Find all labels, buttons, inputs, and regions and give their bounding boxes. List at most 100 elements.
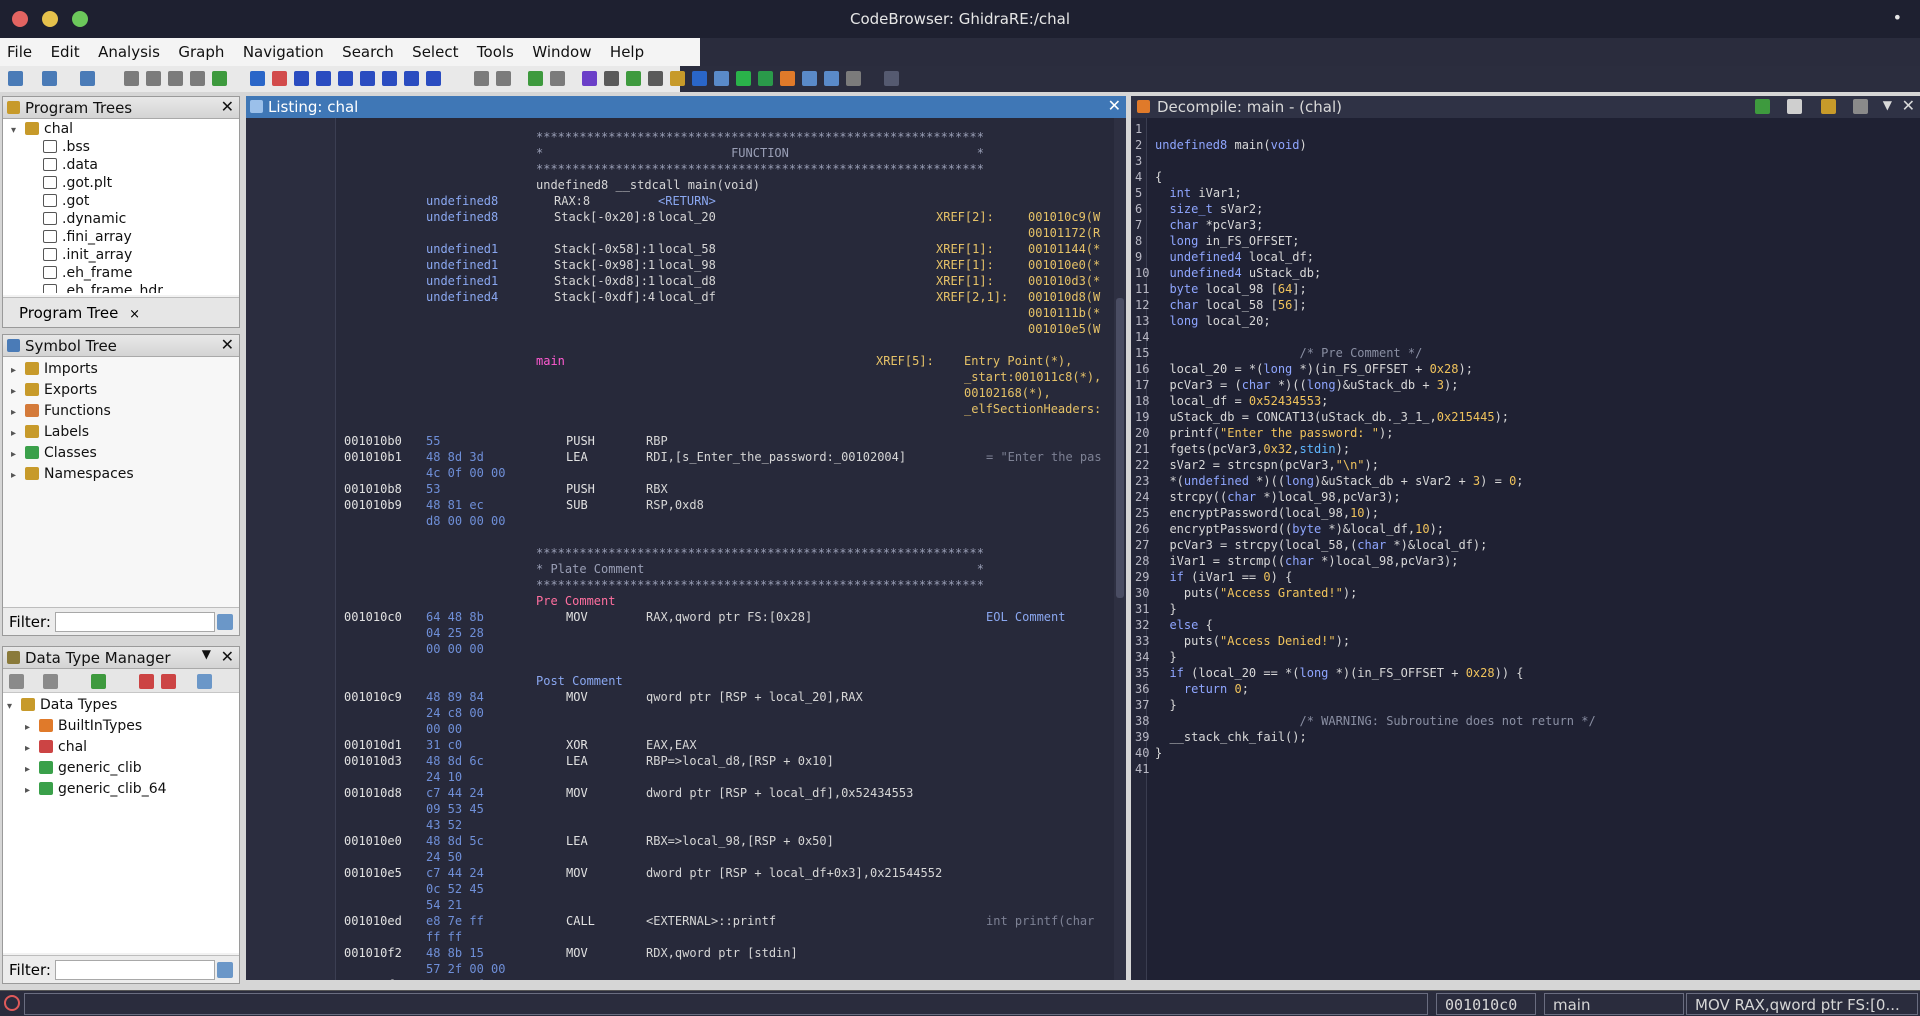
forward-icon[interactable] (80, 71, 95, 86)
close-icon[interactable]: ✕ (221, 647, 234, 666)
menu-search[interactable]: Search (335, 38, 401, 66)
symbol-tree-item-imports[interactable]: ▸ Imports (11, 361, 239, 382)
tool-icon-2[interactable] (626, 71, 641, 86)
menu-file[interactable]: File (0, 38, 39, 66)
decompile-line[interactable]: 27 pcVar3 = strcpy(local_58,(char *)&loc… (1135, 538, 1487, 554)
data-type-filter-input[interactable] (55, 960, 215, 980)
data-type-item[interactable]: ▸ generic_clib (7, 760, 239, 781)
variable-icon[interactable] (404, 71, 419, 86)
save-icon[interactable] (8, 71, 23, 86)
close-icon[interactable]: ✕ (1108, 96, 1121, 115)
data-type-item[interactable]: ▸ generic_clib_64 (7, 781, 239, 802)
undo-icon[interactable] (528, 71, 543, 86)
nav-icon-4[interactable] (190, 71, 205, 86)
paste-icon[interactable] (496, 71, 511, 86)
undefined-icon[interactable] (338, 71, 353, 86)
tree-item[interactable]: .fini_array (11, 229, 239, 247)
filter-icon[interactable] (139, 674, 154, 689)
decompile-line[interactable]: 3 (1135, 154, 1155, 170)
decompile-line[interactable]: 9 undefined4 local_df; (1135, 250, 1314, 266)
menu-analysis[interactable]: Analysis (91, 38, 167, 66)
decompile-line[interactable]: 15 /* Pre Comment */ (1135, 346, 1422, 362)
decompile-line[interactable]: 28 iVar1 = strcmp((char *)local_98,pcVar… (1135, 554, 1458, 570)
refresh-icon[interactable] (1755, 99, 1770, 114)
decompile-line[interactable]: 38 /* WARNING: Subroutine does not retur… (1135, 714, 1596, 730)
decompile-line[interactable]: 8 long in_FS_OFFSET; (1135, 234, 1300, 250)
tool-icon-4[interactable] (670, 71, 685, 86)
decompile-line[interactable]: 19 uStack_db = CONCAT13(uStack_db._3_1_,… (1135, 410, 1509, 426)
decompile-line[interactable]: 13 long local_20; (1135, 314, 1271, 330)
decompile-line[interactable]: 23 *(undefined *)((long)&uStack_db + sVa… (1135, 474, 1524, 490)
forward-icon[interactable] (43, 674, 58, 689)
decompile-line[interactable]: 20 printf("Enter the password: "); (1135, 426, 1393, 442)
decompile-line[interactable]: 10 undefined4 uStack_db; (1135, 266, 1321, 282)
stop-icon[interactable] (272, 71, 287, 86)
menu-graph[interactable]: Graph (171, 38, 231, 66)
tool-icon-9[interactable] (802, 71, 817, 86)
cut-icon[interactable] (474, 71, 489, 86)
menu-edit[interactable]: Edit (44, 38, 87, 66)
menu-select[interactable]: Select (405, 38, 465, 66)
data-type-item[interactable]: ▸ BuiltInTypes (7, 718, 239, 739)
decompile-line[interactable]: 41 (1135, 762, 1155, 778)
tree-root-chal[interactable]: ▾ chal (11, 121, 239, 139)
filter-options-icon[interactable] (217, 614, 233, 630)
decompile-line[interactable]: 7 char *pcVar3; (1135, 218, 1263, 234)
bookmark-icon[interactable] (426, 71, 441, 86)
decompile-line[interactable]: 39 __stack_chk_fail(); (1135, 730, 1307, 746)
tree-item[interactable]: .eh_frame (11, 265, 239, 283)
navigate-down-icon[interactable] (250, 71, 265, 86)
tool-icon-3[interactable] (648, 71, 663, 86)
snapshot-icon[interactable] (1853, 99, 1868, 114)
symbol-tree-item-classes[interactable]: ▸ Classes (11, 445, 239, 466)
decompile-line[interactable]: 40} (1135, 746, 1162, 762)
decompile-line[interactable]: 35 if (local_20 == *(long *)(in_FS_OFFSE… (1135, 666, 1524, 682)
tree-item[interactable]: .bss (11, 139, 239, 157)
menu-help[interactable]: Help (603, 38, 651, 66)
decompile-line[interactable]: 37 } (1135, 698, 1177, 714)
nav-icon-2[interactable] (146, 71, 161, 86)
decompile-line[interactable]: 6 size_t sVar2; (1135, 202, 1263, 218)
tree-item[interactable]: .data (11, 157, 239, 175)
tree-item[interactable]: .init_array (11, 247, 239, 265)
program-tree-tab[interactable]: Program Tree × (3, 297, 239, 327)
data-icon[interactable] (294, 71, 309, 86)
check-icon[interactable] (582, 71, 597, 86)
filter-arrays-icon[interactable] (161, 674, 176, 689)
scrollbar-thumb[interactable] (1116, 298, 1124, 598)
filter-options-icon[interactable] (217, 962, 233, 978)
symbol-tree-item-exports[interactable]: ▸ Exports (11, 382, 239, 403)
listing-scrollbar[interactable] (1114, 118, 1126, 980)
menu-tools[interactable]: Tools (470, 38, 521, 66)
decompile-line[interactable]: 14 (1135, 330, 1155, 346)
decompile-line[interactable]: 29 if (iVar1 == 0) { (1135, 570, 1292, 586)
decompile-line[interactable]: 21 fgets(pcVar3,0x32,stdin); (1135, 442, 1350, 458)
back-icon[interactable] (42, 71, 57, 86)
window-menu-dot[interactable]: • (1893, 8, 1902, 27)
decompile-line[interactable]: 4{ (1135, 170, 1162, 186)
decompile-line[interactable]: 12 char local_58 [56]; (1135, 298, 1307, 314)
tool-icon-1[interactable] (604, 71, 619, 86)
tree-item[interactable]: .dynamic (11, 211, 239, 229)
decompile-line[interactable]: 2 undefined8 main(void) (1135, 138, 1307, 154)
symbol-tree-item-namespaces[interactable]: ▸ Namespaces (11, 466, 239, 487)
decompile-line[interactable]: 33 puts("Access Denied!"); (1135, 634, 1350, 650)
decompile-line[interactable]: 5 int iVar1; (1135, 186, 1242, 202)
tool-icon-6[interactable] (714, 71, 729, 86)
decompile-line[interactable]: 32 else { (1135, 618, 1213, 634)
data-type-item[interactable]: ▸ chal (7, 739, 239, 760)
nav-icon-1[interactable] (124, 71, 139, 86)
decompile-line[interactable]: 18 local_df = 0x52434553; (1135, 394, 1328, 410)
instruction-icon[interactable] (316, 71, 331, 86)
menu-dropdown-icon[interactable]: ▼ (1883, 98, 1892, 112)
decompile-line[interactable]: 26 encryptPassword((byte *)&local_df,10)… (1135, 522, 1444, 538)
decompile-line[interactable]: 16 local_20 = *(long *)(in_FS_OFFSET + 0… (1135, 362, 1473, 378)
back-icon[interactable] (9, 674, 24, 689)
label-icon[interactable] (360, 71, 375, 86)
decompile-line[interactable]: 17 pcVar3 = (char *)((long)&uStack_db + … (1135, 378, 1458, 394)
nav-icon-5[interactable] (212, 71, 227, 86)
symbol-tree-item-labels[interactable]: ▸ Labels (11, 424, 239, 445)
decompile-line[interactable]: 36 return 0; (1135, 682, 1249, 698)
decompile-line[interactable]: 31 } (1135, 602, 1177, 618)
redo-icon[interactable] (550, 71, 565, 86)
